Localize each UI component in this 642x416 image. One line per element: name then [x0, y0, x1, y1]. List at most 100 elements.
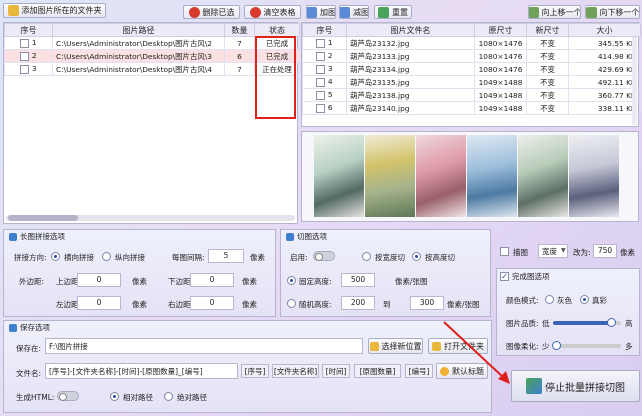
column-header[interactable]: 图片路径	[52, 23, 225, 37]
image-add-icon	[307, 6, 317, 18]
column-header[interactable]: 序号	[4, 23, 53, 37]
folder-icon	[7, 5, 19, 16]
reset-icon	[378, 6, 389, 18]
preview-image-3[interactable]	[416, 135, 466, 217]
row-checkbox[interactable]	[316, 51, 326, 61]
add-folder-button[interactable]: 添加图片所在的文件夹	[3, 3, 106, 18]
column-header[interactable]: 原尺寸	[474, 23, 527, 37]
table-row[interactable]: 5 葫芦岛23138.jpg 1049×1488 不变 360.77 KB	[302, 88, 641, 102]
annotation-arrow	[443, 321, 510, 384]
preview-image-2[interactable]	[365, 135, 415, 217]
fixed-height-radio[interactable]	[287, 276, 296, 285]
horizontal-radio[interactable]	[51, 252, 60, 261]
status-highlight-box	[255, 36, 296, 119]
complete-image-title: 完成图选项	[500, 271, 550, 282]
chevron-down-icon: ▼	[561, 247, 566, 254]
image-preview-panel	[301, 131, 639, 222]
html-toggle[interactable]	[57, 391, 79, 401]
row-checkbox[interactable]	[316, 38, 326, 48]
file-table-header: 序号 图片文件名 原尺寸 新尺寸 大小	[302, 23, 641, 37]
cut-enable-toggle[interactable]	[313, 251, 335, 261]
quality-slider-fill	[553, 321, 611, 325]
cut-image-title: 切图选项	[286, 231, 327, 242]
vertical-scrollbar[interactable]	[632, 37, 637, 125]
soften-slider[interactable]	[552, 341, 621, 350]
preview-image-1[interactable]	[314, 135, 364, 217]
horizontal-scrollbar[interactable]	[6, 215, 295, 221]
by-height-radio[interactable]	[412, 252, 421, 261]
row-checkbox[interactable]	[316, 90, 326, 100]
row-checkbox[interactable]	[316, 64, 326, 74]
by-width-radio[interactable]	[362, 252, 371, 261]
fixed-height-input[interactable]: 500	[341, 273, 375, 287]
tag-folder-name-button[interactable]: [文件夹名称]	[272, 364, 319, 378]
right-margin-input[interactable]: 0	[190, 296, 234, 310]
top-margin-input[interactable]: 0	[77, 273, 121, 287]
long-image-panel: 长图拼接选项 拼接方向: 横向拼接 纵向拼接 每图间隔: 5 像素 外边距: 上…	[3, 229, 276, 317]
file-table-panel: 序号 图片文件名 原尺寸 新尺寸 大小 1 葫芦岛23132.jpg 1080×…	[301, 22, 641, 127]
save-location-field[interactable]: F:\图片拼接	[45, 338, 363, 354]
table-row[interactable]: 1 葫芦岛23132.jpg 1080×1476 不变 345.55 KB	[302, 36, 641, 50]
row-checkbox[interactable]	[20, 38, 30, 48]
complete-image-checkbox[interactable]	[500, 272, 509, 281]
border-checkbox[interactable]	[500, 247, 509, 256]
delete-icon	[188, 6, 200, 18]
row-checkbox[interactable]	[316, 77, 326, 87]
arrow-down-icon	[586, 6, 597, 18]
remove-image-button[interactable]: 减图	[339, 5, 369, 19]
tag-index-button[interactable]: [序号]	[241, 364, 269, 378]
column-header[interactable]: 大小	[568, 23, 641, 37]
save-title: 保存选项	[9, 322, 50, 333]
column-header[interactable]: 状态	[254, 23, 300, 37]
long-image-title: 长图拼接选项	[9, 231, 65, 242]
column-header[interactable]: 图片文件名	[346, 23, 475, 37]
filename-field[interactable]: [序号]-[文件夹名称]-[时间]-[原图数量]_[编号]	[45, 363, 238, 379]
column-header[interactable]: 序号	[302, 23, 347, 37]
tag-time-button[interactable]: [时间]	[322, 364, 350, 378]
reset-button[interactable]: 重置	[374, 5, 412, 19]
tag-number-button[interactable]: [编号]	[405, 364, 433, 378]
move-up-button[interactable]: 向上移一个	[528, 5, 581, 19]
border-value-input[interactable]: 750	[593, 244, 617, 258]
panel-icon	[9, 323, 17, 332]
choose-location-button[interactable]: 选择新位置	[368, 338, 423, 354]
preview-image-6[interactable]	[569, 135, 619, 217]
quality-slider[interactable]	[553, 318, 621, 327]
clear-icon	[249, 6, 261, 18]
column-header[interactable]: 数量	[224, 23, 255, 37]
save-panel: 保存选项 保存在: F:\图片拼接 选择新位置 打开文件夹 文件名: [序号]-…	[3, 320, 492, 413]
row-checkbox[interactable]	[20, 51, 30, 61]
add-image-button[interactable]: 加图	[306, 5, 336, 19]
panel-icon	[286, 232, 294, 241]
spacing-input[interactable]: 5	[208, 249, 244, 263]
stop-batch-button[interactable]: 停止批量拼接切图	[511, 370, 640, 402]
column-header[interactable]: 新尺寸	[526, 23, 569, 37]
complete-image-panel: 完成图选项 颜色模式: 灰色 真彩 图片品质: 低 高 图像柔化: 少 多	[496, 268, 640, 356]
relative-path-radio[interactable]	[110, 392, 119, 401]
gray-radio[interactable]	[545, 295, 554, 304]
preview-image-4[interactable]	[467, 135, 517, 217]
true-color-radio[interactable]	[580, 295, 589, 304]
row-checkbox[interactable]	[20, 64, 30, 74]
row-checkbox[interactable]	[316, 103, 326, 113]
random-height-radio[interactable]	[287, 299, 296, 308]
random-from-input[interactable]: 200	[341, 296, 375, 310]
random-to-input[interactable]: 300	[410, 296, 444, 310]
vertical-radio[interactable]	[102, 252, 111, 261]
absolute-path-radio[interactable]	[164, 392, 173, 401]
cut-image-panel: 切图选项 启用: 按宽度切 按高度切 固定高度: 500 像素/张图 随机高度:…	[280, 229, 491, 317]
quality-slider-thumb[interactable]	[606, 318, 616, 327]
move-down-button[interactable]: 向下移一个	[585, 5, 640, 19]
table-row[interactable]: 2 葫芦岛23133.jpg 1080×1476 不变 414.98 KB	[302, 49, 641, 63]
clear-table-button[interactable]: 清空表格	[244, 5, 301, 19]
bottom-margin-input[interactable]: 0	[190, 273, 234, 287]
table-row[interactable]: 3 葫芦岛23134.jpg 1080×1476 不变 429.69 KB	[302, 62, 641, 76]
left-margin-input[interactable]: 0	[77, 296, 121, 310]
soften-slider-thumb[interactable]	[552, 341, 562, 350]
preview-image-5[interactable]	[518, 135, 568, 217]
tag-count-button[interactable]: [原图数量]	[354, 364, 401, 378]
folder-icon	[369, 341, 379, 351]
delete-selected-button[interactable]: 删除已选	[183, 5, 240, 19]
table-row[interactable]: 6 葫芦岛23140.jpg 1049×1488 不变 338.11 KB	[302, 101, 641, 115]
table-row[interactable]: 4 葫芦岛23135.jpg 1049×1488 不变 492.11 KB	[302, 75, 641, 89]
